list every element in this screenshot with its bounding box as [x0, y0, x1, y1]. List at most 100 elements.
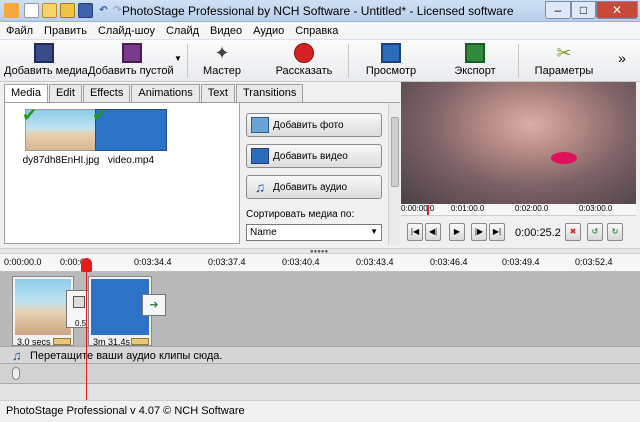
skip-end-icon[interactable]: ▶|: [489, 223, 505, 241]
menu-help[interactable]: Справка: [289, 22, 343, 39]
clip-handle-icon[interactable]: [53, 338, 71, 345]
add-media-button[interactable]: Добавить медиа: [4, 40, 88, 82]
photo-icon: [251, 117, 269, 133]
narration-track[interactable]: [0, 364, 640, 384]
preview-position-marker[interactable]: [427, 205, 429, 215]
add-blank-label: Добавить пустой: [88, 65, 174, 77]
media-thumbnail[interactable]: ✔: [22, 105, 97, 151]
timeline-tick: 0:03:46.4: [430, 257, 468, 267]
timeline-ruler[interactable]: 0:00:00.0 0:00:0 0:03:34.4 0:03:37.4 0:0…: [0, 254, 640, 272]
toolbar-separator: [348, 44, 349, 78]
audio-track[interactable]: ♫ Перетащите ваши аудио клипы сюда.: [0, 346, 640, 364]
transition-duration: 0.5: [75, 319, 87, 328]
checkmark-icon: ✔: [92, 105, 108, 125]
sort-label: Сортировать медиа по:: [246, 209, 355, 220]
clip-video-thumbnail: [91, 279, 149, 335]
open-icon[interactable]: [42, 3, 57, 18]
add-photo-button[interactable]: Добавить фото: [246, 113, 382, 137]
media-thumbnail[interactable]: ✔: [92, 105, 167, 151]
add-audio-button[interactable]: ♫ Добавить аудио: [246, 175, 382, 199]
step-back-icon[interactable]: ◀|: [425, 223, 441, 241]
menu-video[interactable]: Видео: [204, 22, 247, 39]
wizard-button[interactable]: ✦ Мастер: [192, 40, 252, 82]
preview-button[interactable]: Просмотр: [356, 40, 426, 82]
media-actions-panel: Добавить фото Добавить видео ♫ Добавить …: [240, 102, 400, 245]
add-media-label: Добавить медиа: [4, 65, 88, 77]
sort-select-value: Name: [250, 227, 277, 238]
tab-animations[interactable]: Animations: [131, 84, 200, 102]
tools-icon: ✂: [556, 43, 572, 63]
menu-slideshow[interactable]: Слайд-шоу: [92, 22, 160, 39]
timeline-tick: 0:00:00.0: [4, 257, 42, 267]
preview-ruler[interactable]: 0:00:00.0 0:01:00.0 0:02:00.0 0:03:00.0: [401, 204, 636, 216]
rotate-left-icon[interactable]: ↺: [587, 223, 603, 241]
export-label: Экспорт: [454, 65, 496, 77]
narrate-button[interactable]: Рассказать: [266, 40, 342, 82]
menu-bar: Файл Править Слайд-шоу Слайд Видео Аудио…: [0, 22, 640, 40]
microphone-icon: [12, 367, 20, 380]
toolbar-separator: [187, 44, 188, 78]
add-blank-icon: [122, 43, 142, 63]
rotate-right-icon[interactable]: ↻: [607, 223, 623, 241]
menu-file[interactable]: Файл: [0, 22, 38, 39]
add-video-button[interactable]: Добавить видео: [246, 144, 382, 168]
tab-edit[interactable]: Edit: [48, 84, 82, 102]
film-icon: [251, 148, 269, 164]
preview-ruler-tick: 0:03:00.0: [579, 204, 613, 213]
preview-ruler-tick: 0:02:00.0: [515, 204, 549, 213]
window-title: PhotoStage Professional by NCH Software …: [122, 4, 514, 18]
video-preview: [401, 82, 636, 204]
timeline-tick: 0:03:43.4: [356, 257, 394, 267]
narrate-label: Рассказать: [275, 65, 333, 77]
maximize-button[interactable]: □: [571, 1, 596, 19]
export-icon[interactable]: [60, 3, 75, 18]
timeline-tick: 0:03:40.4: [282, 257, 320, 267]
media-filename: video.mp4: [107, 155, 155, 166]
close-button[interactable]: ✕: [596, 1, 638, 19]
tab-transitions[interactable]: Transitions: [235, 84, 304, 102]
tab-media[interactable]: Media: [4, 84, 48, 103]
checkmark-icon: ✔: [22, 105, 38, 125]
add-blank-dropdown-icon[interactable]: ▼: [172, 40, 184, 82]
tab-effects[interactable]: Effects: [82, 84, 131, 102]
chevron-down-icon: ▼: [370, 227, 378, 236]
export-button[interactable]: Экспорт: [440, 40, 510, 82]
timeline-tick: 0:03:37.4: [208, 257, 246, 267]
add-audio-label: Добавить аудио: [273, 182, 348, 193]
step-forward-icon[interactable]: |▶: [471, 223, 487, 241]
undo-icon[interactable]: ↶: [96, 3, 111, 18]
new-icon[interactable]: [24, 3, 39, 18]
clip-handle-icon[interactable]: [131, 338, 149, 345]
playhead-handle[interactable]: [81, 258, 92, 272]
media-bin: ✔ dy87dh8EnHI.jpg ✔ video.mp4: [4, 102, 240, 244]
scrollbar-thumb[interactable]: [391, 117, 399, 187]
wizard-label: Мастер: [202, 65, 242, 77]
media-scrollbar[interactable]: [388, 103, 400, 245]
options-button[interactable]: ✂ Параметры: [526, 40, 602, 82]
play-icon[interactable]: ▶: [449, 223, 465, 241]
music-note-icon: ♫: [12, 348, 22, 363]
timeline-tick: 0:03:49.4: [502, 257, 540, 267]
app-window: ↶ ↷ PhotoStage Professional by NCH Softw…: [0, 0, 640, 422]
wand-icon: ✦: [214, 43, 230, 63]
add-transition-arrow-icon[interactable]: ➜: [142, 294, 166, 316]
skip-start-icon[interactable]: |◀: [407, 223, 423, 241]
timeline-footer: [0, 384, 640, 400]
save-icon[interactable]: [78, 3, 93, 18]
options-label: Параметры: [534, 65, 594, 77]
toolbar-more-button[interactable]: »: [612, 40, 632, 82]
preview-ruler-tick: 0:01:00.0: [451, 204, 485, 213]
timeline-clip-photo[interactable]: 3.0 secs: [12, 276, 74, 347]
menu-audio[interactable]: Аудио: [247, 22, 289, 39]
menu-edit[interactable]: Править: [38, 22, 92, 39]
menu-slide[interactable]: Слайд: [160, 22, 204, 39]
timeline-tick: 0:03:34.4: [134, 257, 172, 267]
minimize-button[interactable]: –: [545, 1, 571, 19]
tab-text[interactable]: Text: [200, 84, 235, 102]
delete-icon[interactable]: ✖: [565, 223, 581, 241]
add-blank-button[interactable]: Добавить пустой: [88, 40, 174, 82]
preview-label: Просмотр: [365, 65, 417, 77]
preview-lips: [551, 152, 577, 164]
time-display: 0:00:25.2: [515, 227, 561, 239]
sort-select[interactable]: Name ▼: [246, 224, 382, 241]
